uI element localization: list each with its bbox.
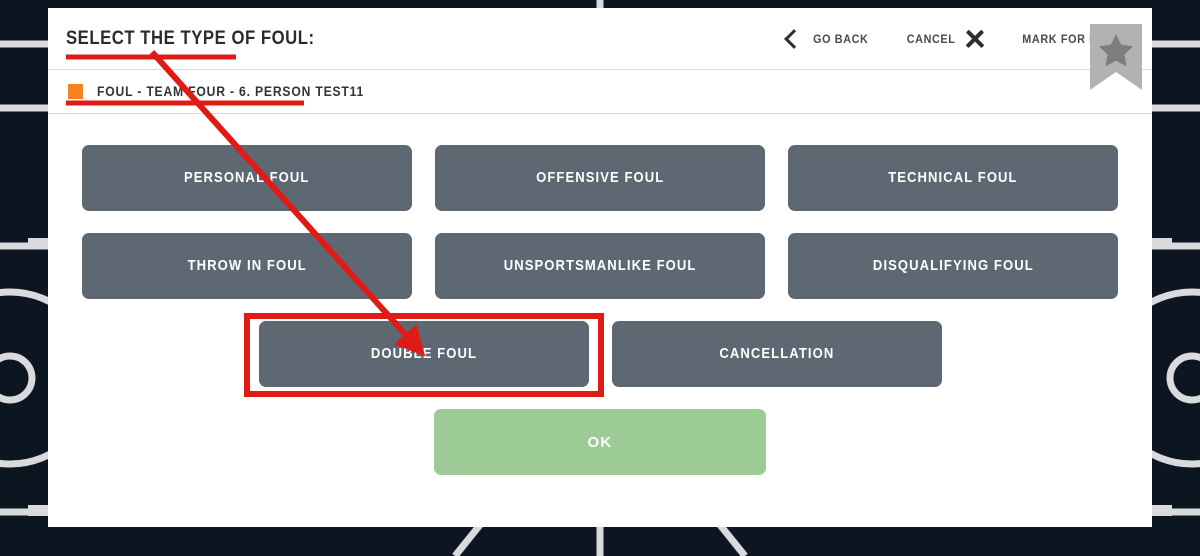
breadcrumb: FOUL - TEAM FOUR - 6. PERSON TEST11 (48, 70, 1152, 114)
page-title: SELECT THE TYPE OF FOUL: (66, 27, 315, 49)
confirm-row: OK (82, 409, 1118, 475)
breadcrumb-label: FOUL - TEAM FOUR - 6. PERSON TEST11 (97, 84, 365, 99)
foul-option-cancellation[interactable]: CANCELLATION (611, 321, 942, 387)
modal-header: SELECT THE TYPE OF FOUL: GO BACK CANCEL … (48, 8, 1152, 90)
go-back-label: GO BACK (813, 31, 869, 46)
foul-option-unsportsmanlike-foul[interactable]: UNSPORTSMANLIKE FOUL (435, 233, 765, 299)
foul-option-label: DISQUALIFYING FOUL (872, 258, 1034, 274)
foul-option-technical-foul[interactable]: TECHNICAL FOUL (788, 145, 1118, 211)
chevron-left-icon (784, 28, 805, 49)
close-x-icon (965, 29, 984, 48)
foul-options-row-2: THROW IN FOUL UNSPORTSMANLIKE FOUL DISQU… (82, 233, 1118, 299)
team-color-swatch (68, 84, 83, 99)
foul-option-personal-foul[interactable]: PERSONAL FOUL (82, 145, 412, 211)
foul-options-row-3: DOUBLE FOUL CANCELLATION (82, 321, 1118, 387)
cancel-label: CANCEL (906, 31, 956, 46)
foul-option-label: THROW IN FOUL (187, 258, 307, 274)
foul-option-offensive-foul[interactable]: OFFENSIVE FOUL (435, 145, 765, 211)
foul-option-label: PERSONAL FOUL (184, 170, 310, 186)
ok-button[interactable]: OK (434, 409, 766, 475)
foul-option-label: UNSPORTSMANLIKE FOUL (503, 258, 697, 274)
foul-option-throw-in-foul[interactable]: THROW IN FOUL (82, 233, 412, 299)
modal-body: PERSONAL FOUL OFFENSIVE FOUL TECHNICAL F… (48, 114, 1152, 475)
foul-option-label: OFFENSIVE FOUL (535, 170, 665, 186)
foul-options-row-1: PERSONAL FOUL OFFENSIVE FOUL TECHNICAL F… (82, 145, 1118, 211)
bookmark-star-icon[interactable] (1090, 24, 1142, 90)
foul-option-disqualifying-foul[interactable]: DISQUALIFYING FOUL (788, 233, 1118, 299)
foul-option-label: CANCELLATION (719, 346, 834, 362)
select-foul-type-modal: SELECT THE TYPE OF FOUL: GO BACK CANCEL … (48, 8, 1152, 527)
go-back-button[interactable]: GO BACK (771, 28, 888, 49)
cancel-button[interactable]: CANCEL (888, 29, 1000, 48)
foul-option-label: TECHNICAL FOUL (888, 170, 1018, 186)
foul-option-double-foul[interactable]: DOUBLE FOUL (258, 321, 589, 387)
foul-option-label: DOUBLE FOUL (370, 346, 477, 362)
